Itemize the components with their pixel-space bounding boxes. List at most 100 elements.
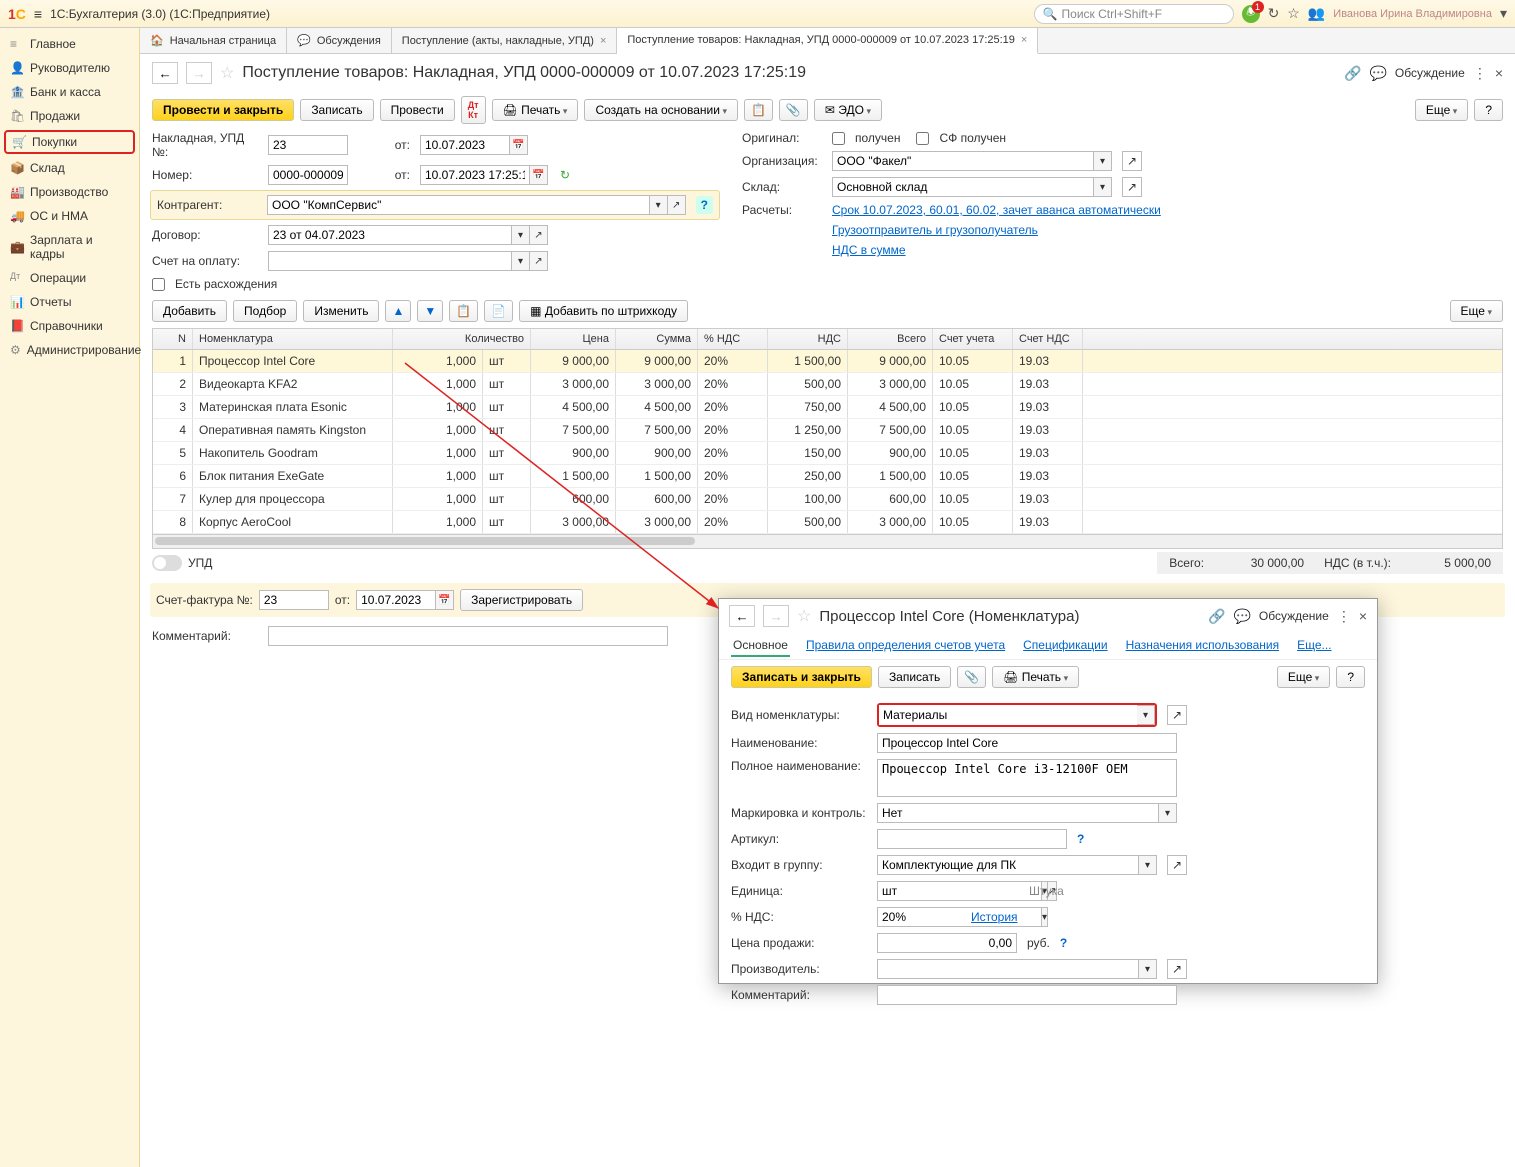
type-field[interactable] (879, 705, 1137, 725)
register-icon-button[interactable]: 📋 (744, 99, 773, 121)
dropdown-icon[interactable]: ▾ (650, 195, 668, 215)
dropdown-icon[interactable]: ▾ (1139, 959, 1157, 979)
table-row[interactable]: 3Материнская плата Esonic1,000шт4 500,00… (153, 396, 1502, 419)
history-link[interactable]: История (971, 910, 1018, 924)
calendar-icon[interactable]: 📅 (510, 135, 528, 155)
move-down-button[interactable]: ▼ (417, 300, 443, 322)
attach-button[interactable]: 📎 (779, 99, 808, 121)
shipper-link[interactable]: Грузоотправитель и грузополучатель (832, 223, 1038, 237)
favorite-icon[interactable]: ☆ (797, 606, 811, 626)
dropdown-icon[interactable]: ▾ (1094, 177, 1112, 197)
sidebar-item-salary[interactable]: 💼Зарплата и кадры (0, 228, 139, 266)
price-field[interactable] (877, 933, 1017, 953)
forward-button[interactable]: → (186, 62, 212, 84)
datetime-field[interactable] (420, 165, 530, 185)
col-n[interactable]: N (153, 329, 193, 349)
sidebar-item-main[interactable]: ≡Главное (0, 32, 139, 56)
comment-field[interactable] (268, 626, 668, 646)
grid-more-button[interactable]: Еще (1450, 300, 1503, 322)
group-field[interactable] (877, 855, 1139, 875)
sidebar-item-bank[interactable]: 🏦Банк и касса (0, 80, 139, 104)
dropdown-icon[interactable]: ▾ (1137, 705, 1155, 725)
dropdown-icon[interactable]: ▾ (1500, 5, 1507, 22)
open-icon[interactable]: ↗ (1167, 705, 1187, 725)
sf-received-checkbox[interactable] (916, 132, 929, 145)
dropdown-icon[interactable]: ▾ (1139, 855, 1157, 875)
tab-usage[interactable]: Назначения использования (1124, 635, 1281, 657)
col-sum[interactable]: Сумма (616, 329, 698, 349)
star-icon[interactable]: ☆ (1287, 5, 1300, 22)
open-icon[interactable]: ↗ (1122, 151, 1142, 171)
help-icon[interactable]: ? (1060, 936, 1067, 950)
dropdown-icon[interactable]: ▾ (512, 251, 530, 271)
fullname-field[interactable] (877, 759, 1177, 797)
sidebar-item-manager[interactable]: 👤Руководителю (0, 56, 139, 80)
dropdown-icon[interactable]: ▾ (1042, 907, 1048, 927)
help-icon[interactable]: ? (696, 196, 713, 214)
sidebar-item-operations[interactable]: ДтОперации (0, 266, 139, 290)
close-icon[interactable]: × (1021, 34, 1027, 46)
sf-date-field[interactable] (356, 590, 436, 610)
calendar-icon[interactable]: 📅 (530, 165, 548, 185)
dropdown-icon[interactable]: ▾ (512, 225, 530, 245)
attach-button[interactable]: 📎 (957, 666, 986, 688)
table-row[interactable]: 2Видеокарта KFA21,000шт3 000,003 000,002… (153, 373, 1502, 396)
settlements-link[interactable]: Срок 10.07.2023, 60.01, 60.02, зачет ава… (832, 203, 1161, 217)
discrepancy-checkbox[interactable] (152, 278, 165, 291)
sidebar-item-assets[interactable]: 🚚ОС и НМА (0, 204, 139, 228)
invoice-order-field[interactable] (268, 251, 512, 271)
notification-bell-icon[interactable]: 🕭 (1242, 5, 1260, 23)
sidebar-item-admin[interactable]: ⚙Администрирование (0, 338, 139, 362)
more-menu-icon[interactable]: ⋮ (1473, 65, 1487, 82)
edo-button[interactable]: ✉ ЭДО (814, 99, 882, 121)
sf-no-field[interactable] (259, 590, 329, 610)
counterparty-field[interactable] (267, 195, 650, 215)
open-icon[interactable]: ↗ (1167, 855, 1187, 875)
open-icon[interactable]: ↗ (530, 251, 548, 271)
add-button[interactable]: Добавить (152, 300, 227, 322)
marking-field[interactable] (877, 803, 1159, 823)
table-row[interactable]: 6Блок питания ExeGate1,000шт1 500,001 50… (153, 465, 1502, 488)
add-barcode-button[interactable]: ▦ Добавить по штрихкоду (519, 300, 688, 322)
print-button[interactable]: 🖨 Печать (492, 99, 579, 121)
help-icon[interactable]: ? (1077, 832, 1084, 846)
col-nomenclature[interactable]: Номенклатура (193, 329, 393, 349)
table-row[interactable]: 7Кулер для процессора1,000шт600,00600,00… (153, 488, 1502, 511)
popup-fwd-button[interactable]: → (763, 605, 789, 627)
create-based-button[interactable]: Создать на основании (584, 99, 738, 121)
discuss-icon[interactable]: 💬 (1369, 65, 1386, 82)
table-row[interactable]: 8Корпус AeroCool1,000шт3 000,003 000,002… (153, 511, 1502, 534)
close-icon[interactable]: × (1495, 65, 1503, 81)
tab-discussions[interactable]: 💬Обсуждения (287, 28, 392, 53)
col-price[interactable]: Цена (531, 329, 616, 349)
popup-print-button[interactable]: 🖨 Печать (992, 666, 1079, 688)
save-close-button[interactable]: Записать и закрыть (731, 666, 872, 688)
favorite-icon[interactable]: ☆ (220, 63, 234, 83)
toggle-switch[interactable] (152, 555, 182, 571)
dropdown-icon[interactable]: ▾ (1094, 151, 1112, 171)
tab-home[interactable]: 🏠Начальная страница (140, 28, 287, 53)
paste-button[interactable]: 📄 (484, 300, 513, 322)
user-icon[interactable]: 👥 (1308, 5, 1325, 22)
open-icon[interactable]: ↗ (1167, 959, 1187, 979)
register-button[interactable]: Зарегистрировать (460, 589, 583, 611)
contract-field[interactable] (268, 225, 512, 245)
dt-kt-button[interactable]: ДтКт (461, 96, 486, 124)
post-button[interactable]: Провести (380, 99, 455, 121)
unit-field[interactable] (877, 881, 1042, 901)
invoice-no-field[interactable] (268, 135, 348, 155)
menu-icon[interactable]: ≡ (34, 6, 42, 22)
save-button[interactable]: Записать (300, 99, 373, 121)
pick-button[interactable]: Подбор (233, 300, 297, 322)
col-ndssum[interactable]: НДС (768, 329, 848, 349)
col-qty[interactable]: Количество (393, 329, 531, 349)
tab-current-doc[interactable]: Поступление товаров: Накладная, УПД 0000… (617, 28, 1038, 54)
popup-help-button[interactable]: ? (1336, 666, 1365, 688)
sidebar-item-production[interactable]: 🏭Производство (0, 180, 139, 204)
link-icon[interactable]: 🔗 (1208, 608, 1225, 625)
copy-button[interactable]: 📋 (449, 300, 478, 322)
nds-link[interactable]: НДС в сумме (832, 243, 906, 257)
received-checkbox[interactable] (832, 132, 845, 145)
popup-comment-field[interactable] (877, 985, 1177, 1005)
col-total[interactable]: Всего (848, 329, 933, 349)
